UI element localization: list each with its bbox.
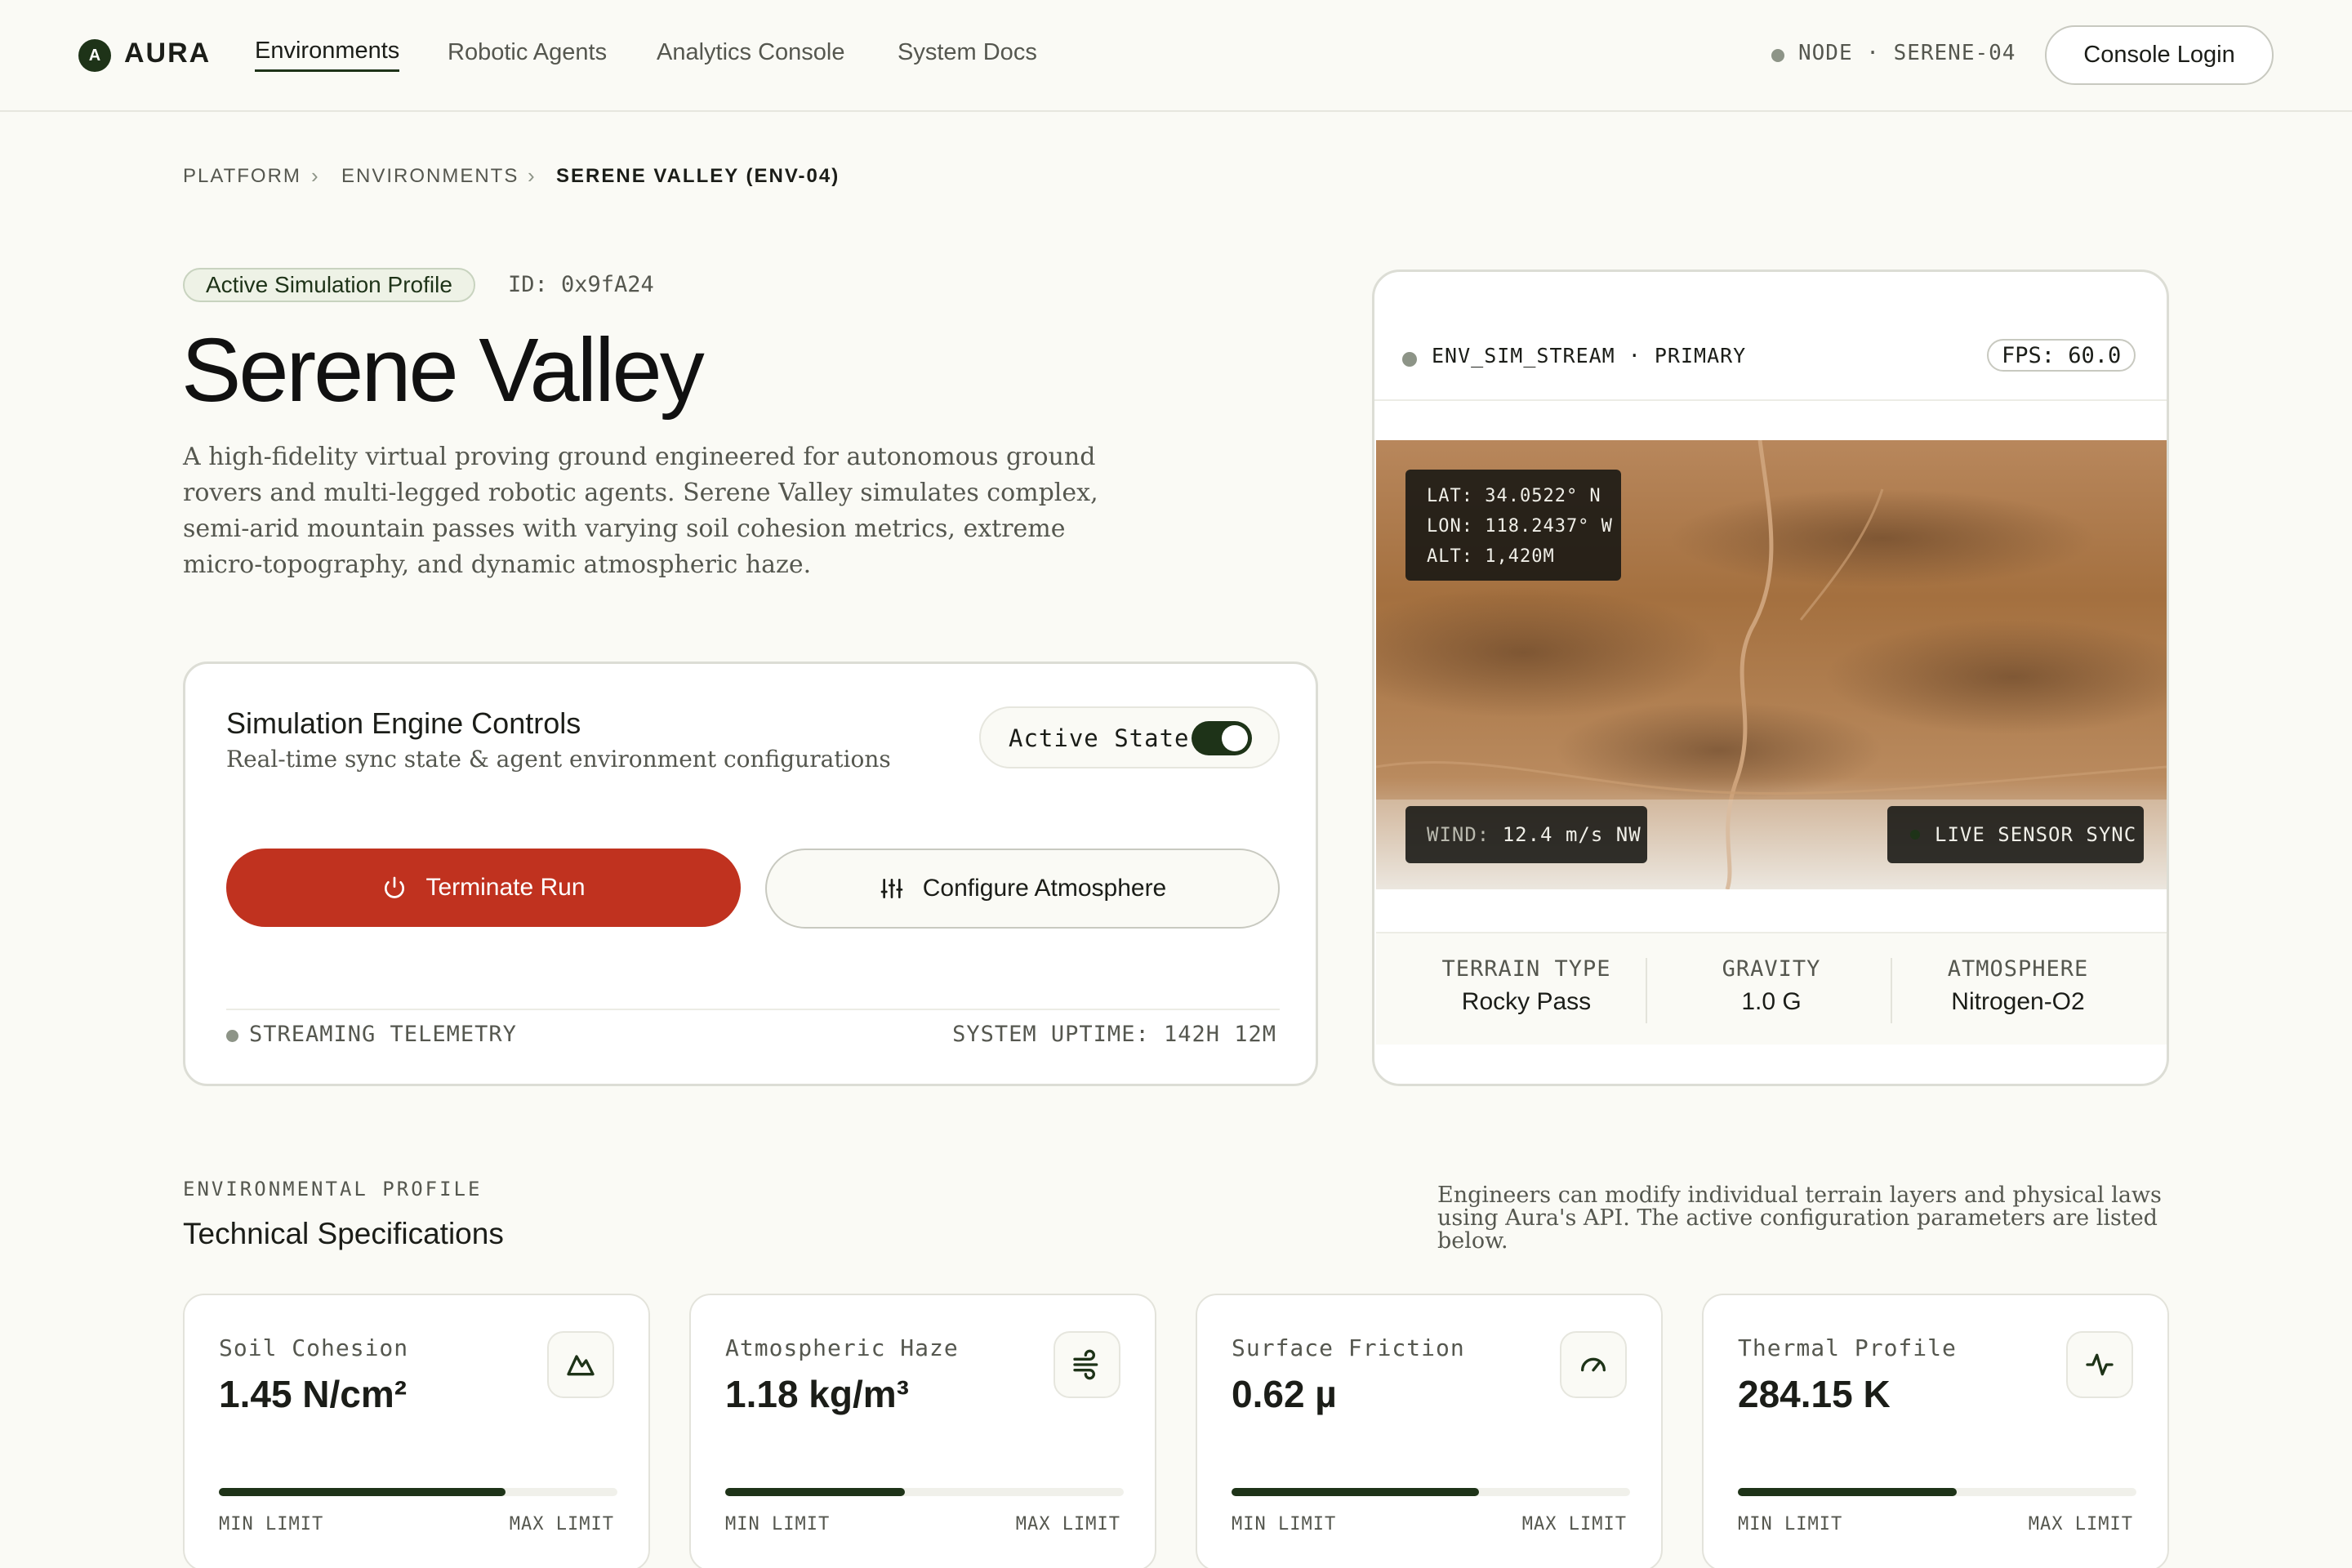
status-badge: Active Simulation Profile (183, 268, 475, 302)
spec-label: Soil Cohesion (219, 1334, 409, 1361)
section-eyebrow: ENVIRONMENTAL PROFILE (183, 1178, 483, 1200)
spec-value: 0.62 µ (1232, 1373, 1337, 1415)
nav-robotic-agents[interactable]: Robotic Agents (448, 39, 607, 66)
level-bar-fill (725, 1488, 905, 1496)
stat-label: GRAVITY (1722, 956, 1821, 982)
page-title: Serene Valley (181, 320, 705, 421)
stream-label: ENV_SIM_STREAM · PRIMARY (1432, 344, 1747, 368)
controls-subtitle: Real-time sync state & agent environment… (226, 746, 891, 773)
spec-value: 1.45 N/cm² (219, 1373, 408, 1415)
active-state-toggle-group[interactable]: Active State (979, 706, 1280, 768)
level-bar (219, 1488, 617, 1496)
max-limit-label: MAX LIMIT (1015, 1514, 1120, 1535)
pulse-icon (2066, 1331, 2133, 1398)
system-uptime: SYSTEM UPTIME: 142H 12M (952, 1022, 1276, 1047)
breadcrumb-environments[interactable]: ENVIRONMENTS (341, 165, 519, 188)
min-limit-label: MIN LIMIT (1738, 1514, 1843, 1535)
page-description: A high-fidelity virtual proving ground e… (183, 443, 1098, 579)
divider (1646, 958, 1647, 1023)
level-bar-fill (1738, 1488, 1958, 1496)
sliders-icon (880, 879, 903, 898)
altitude: ALT: 1,420M (1427, 546, 1555, 567)
node-status-dot (1771, 49, 1784, 62)
power-icon (385, 876, 405, 898)
spec-value: 1.18 kg/m³ (725, 1373, 909, 1415)
level-bar-fill (219, 1488, 506, 1496)
stream-header (1374, 272, 2167, 401)
stat-label: ATMOSPHERE (1947, 956, 2089, 982)
stat-gravity: GRAVITY 1.0 G (1649, 956, 1894, 1016)
stat-value: Nitrogen-O2 (1951, 988, 2085, 1015)
spec-card-surface-friction[interactable]: Surface Friction 0.62 µ MIN LIMIT MAX LI… (1196, 1294, 1663, 1568)
stat-value: 1.0 G (1741, 988, 1802, 1015)
logo-text[interactable]: AURA (124, 38, 211, 69)
level-bar-fill (1232, 1488, 1479, 1496)
live-sensor-sync-badge: LIVE SENSOR SYNC (1887, 806, 2144, 863)
live-dot (1910, 830, 1920, 840)
latitude: LAT: 34.0522° N (1427, 486, 1601, 506)
spec-value: 284.15 K (1738, 1373, 1891, 1415)
spec-card-soil-cohesion[interactable]: Soil Cohesion 1.45 N/cm² MIN LIMIT MAX L… (183, 1294, 650, 1568)
console-login-button[interactable]: Console Login (2045, 25, 2274, 85)
terminate-run-button[interactable]: Terminate Run (226, 849, 741, 927)
spec-label: Surface Friction (1232, 1334, 1465, 1361)
fps-badge: FPS: 60.0 (1987, 339, 2136, 372)
stat-terrain-type: TERRAIN TYPE Rocky Pass (1404, 956, 1649, 1016)
chevron-right-icon: › (528, 163, 535, 188)
nav-system-docs[interactable]: System Docs (898, 39, 1037, 66)
terrain-view[interactable]: LAT: 34.0522° N LON: 118.2437° W ALT: 1,… (1374, 439, 2167, 890)
level-bar (1738, 1488, 2136, 1496)
stat-value: Rocky Pass (1461, 988, 1592, 1015)
active-state-label: Active State (1009, 724, 1190, 752)
toggle-knob (1222, 725, 1248, 751)
spec-label: Thermal Profile (1738, 1334, 1957, 1361)
min-limit-label: MIN LIMIT (1232, 1514, 1337, 1535)
configure-atmosphere-button[interactable]: Configure Atmosphere (765, 849, 1280, 929)
divider (226, 1009, 1280, 1010)
max-limit-label: MAX LIMIT (2028, 1514, 2133, 1535)
min-limit-label: MIN LIMIT (725, 1514, 831, 1535)
chevron-right-icon: › (311, 163, 318, 188)
logo-icon[interactable]: A (78, 39, 111, 72)
spec-card-atmospheric-haze[interactable]: Atmospheric Haze 1.18 kg/m³ MIN LIMIT MA… (689, 1294, 1156, 1568)
terminate-run-label: Terminate Run (425, 874, 586, 901)
divider (1891, 958, 1892, 1023)
stream-status-dot (1402, 352, 1417, 367)
stat-atmosphere: ATMOSPHERE Nitrogen-O2 (1895, 956, 2140, 1016)
spec-card-thermal-profile[interactable]: Thermal Profile 284.15 K MIN LIMIT MAX L… (1702, 1294, 2169, 1568)
spec-label: Atmospheric Haze (725, 1334, 959, 1361)
active-state-toggle[interactable] (1192, 721, 1252, 755)
max-limit-label: MAX LIMIT (1521, 1514, 1627, 1535)
wind-icon (1054, 1331, 1120, 1398)
streaming-telemetry-label: STREAMING TELEMETRY (249, 1022, 517, 1047)
wind-key: WIND: (1427, 823, 1490, 846)
configure-atmosphere-label: Configure Atmosphere (922, 875, 1167, 902)
nav-analytics-console[interactable]: Analytics Console (657, 39, 845, 66)
telemetry-status-dot (226, 1030, 238, 1042)
longitude: LON: 118.2437° W (1427, 516, 1613, 537)
max-limit-label: MAX LIMIT (509, 1514, 614, 1535)
controls-title: Simulation Engine Controls (226, 706, 581, 740)
min-limit-label: MIN LIMIT (219, 1514, 324, 1535)
top-nav: A AURA Environments Robotic Agents Analy… (0, 0, 2352, 112)
section-note: Engineers can modify individual terrain … (1437, 1183, 2162, 1254)
level-bar (1232, 1488, 1630, 1496)
live-sensor-sync-label: LIVE SENSOR SYNC (1935, 823, 2137, 846)
wind-overlay: WIND: 12.4 m/s NW (1405, 806, 1647, 863)
breadcrumb-platform[interactable]: PLATFORM (183, 165, 301, 188)
environment-stats: TERRAIN TYPE Rocky Pass GRAVITY 1.0 G AT… (1376, 932, 2167, 1045)
wind-value: 12.4 m/s NW (1502, 823, 1642, 846)
environment-id: ID: 0x9fA24 (508, 272, 654, 297)
section-title: Technical Specifications (183, 1217, 504, 1250)
simulation-controls-card: Simulation Engine Controls Real-time syn… (183, 662, 1318, 1086)
mountain-icon (547, 1331, 614, 1398)
breadcrumb-current: SERENE VALLEY (ENV-04) (556, 165, 840, 187)
coordinates-overlay: LAT: 34.0522° N LON: 118.2437° W ALT: 1,… (1405, 470, 1621, 581)
environment-stream-card: ENV_SIM_STREAM · PRIMARY FPS: 60.0 LAT: … (1372, 270, 2169, 1086)
node-label: NODE · SERENE-04 (1798, 41, 2016, 65)
nav-environments[interactable]: Environments (255, 38, 400, 72)
level-bar (725, 1488, 1124, 1496)
gauge-icon (1560, 1331, 1627, 1398)
stat-label: TERRAIN TYPE (1441, 956, 1611, 982)
